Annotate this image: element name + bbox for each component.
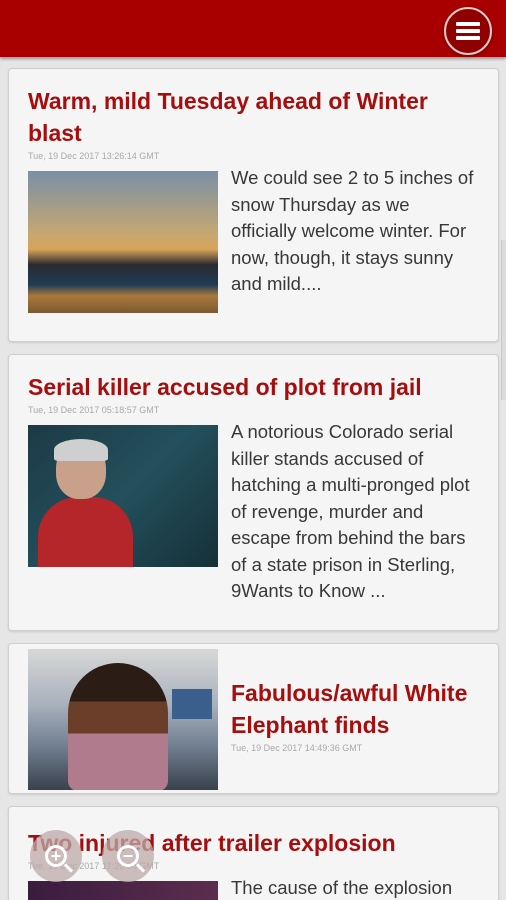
zoom-out-icon: − bbox=[117, 845, 139, 867]
scroll-edge[interactable] bbox=[501, 240, 506, 400]
explosion-thumbnail[interactable] bbox=[28, 881, 218, 900]
zoom-in-icon: + bbox=[45, 845, 67, 867]
courtroom-thumbnail[interactable] bbox=[28, 425, 218, 567]
article-date: Tue, 19 Dec 2017 13:26:14 GMT bbox=[28, 151, 160, 161]
city-skyline-thumbnail[interactable] bbox=[28, 171, 218, 313]
hamburger-menu-icon bbox=[456, 19, 480, 43]
article-card[interactable]: Fabulous/awful White Elephant finds Tue,… bbox=[8, 643, 499, 794]
article-card[interactable]: Warm, mild Tuesday ahead of Winter blast… bbox=[8, 68, 499, 342]
news-feed[interactable]: Warm, mild Tuesday ahead of Winter blast… bbox=[8, 68, 499, 900]
article-summary: The cause of the explosion bbox=[231, 877, 453, 898]
zoom-out-button[interactable]: − bbox=[102, 830, 154, 882]
article-title[interactable]: Two injured after trailer explosion bbox=[28, 827, 480, 859]
article-date: Tue, 19 Dec 2017 05:18:57 GMT bbox=[28, 405, 160, 415]
article-card[interactable]: Serial killer accused of plot from jail … bbox=[8, 354, 499, 631]
app-header bbox=[0, 0, 506, 57]
article-title[interactable]: Warm, mild Tuesday ahead of Winter blast bbox=[28, 85, 480, 149]
article-date: Tue, 19 Dec 2017 14:49:36 GMT bbox=[231, 743, 363, 753]
article-summary: A notorious Colorado serial killer stand… bbox=[231, 421, 470, 601]
article-summary: We could see 2 to 5 inches of snow Thurs… bbox=[231, 167, 474, 294]
hamburger-menu-button[interactable] bbox=[444, 7, 492, 55]
article-date: Tue, 19 Dec 2017 17:20:00 GMT bbox=[28, 861, 160, 871]
article-title[interactable]: Serial killer accused of plot from jail bbox=[28, 371, 480, 403]
article-title[interactable]: Fabulous/awful White Elephant finds bbox=[231, 677, 480, 741]
newsroom-thumbnail[interactable] bbox=[28, 649, 218, 790]
zoom-in-button[interactable]: + bbox=[30, 830, 82, 882]
